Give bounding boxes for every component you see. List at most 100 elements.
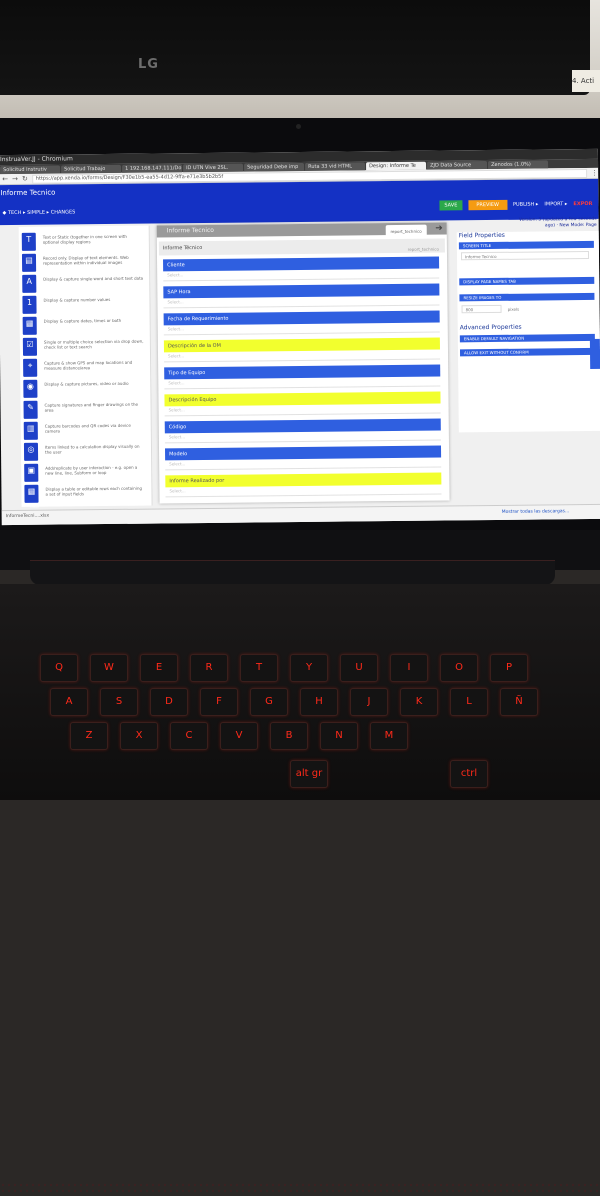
allow-exit-toggle[interactable]: ALLOW EXIT WITHOUT CONFIRM bbox=[459, 347, 596, 357]
screen-title-input[interactable]: Informe Tecnico bbox=[460, 250, 590, 261]
palette-item[interactable]: ALABEL Display & capture single-word and … bbox=[19, 272, 149, 299]
form-field-input[interactable]: Select... bbox=[164, 431, 441, 444]
forward-icon[interactable]: → bbox=[12, 175, 18, 183]
form-field-input[interactable]: Select... bbox=[164, 377, 441, 390]
palette-item[interactable]: ✎SKETCH Capture signatures and finger dra… bbox=[20, 398, 150, 425]
palette-item-description: Display a table or editable rows each co… bbox=[45, 485, 143, 497]
preview-button[interactable]: PREVIEW bbox=[468, 199, 508, 211]
menu-icon[interactable]: ⋮ bbox=[591, 169, 598, 177]
keyboard-key: D bbox=[150, 688, 188, 716]
screen-title-label: SCREEN TITLE bbox=[458, 240, 594, 250]
resize-images-input[interactable]: 800 bbox=[461, 304, 502, 314]
calendar-icon: ▦DATE bbox=[22, 316, 37, 341]
form-field-input[interactable]: Select... bbox=[164, 404, 441, 417]
palette-item-description: Items linked to a calculation display vi… bbox=[44, 443, 140, 455]
palette-item[interactable]: ▦DATE Display & capture dates, times or b… bbox=[20, 314, 150, 341]
keyboard-key: C bbox=[170, 722, 208, 750]
browser-tab[interactable]: 1 192.168.147.111/Do bbox=[122, 164, 183, 173]
checkbox-icon: ☑SELECT bbox=[22, 337, 39, 362]
properties-panel: Field Properties SCREEN TITLE Informe Te… bbox=[456, 230, 600, 433]
form-name-row[interactable]: Informe Técnico report_technico bbox=[158, 238, 445, 256]
reload-icon[interactable]: ↻ bbox=[22, 175, 28, 183]
enable-default-navigation-toggle[interactable]: ENABLE DEFAULT NAVIGATION bbox=[459, 333, 595, 343]
palette-item[interactable]: ⌖LOCATIONCapture & show GPS and map loca… bbox=[20, 356, 150, 383]
palette-item[interactable]: 1NUMBER Display & capture number values bbox=[19, 293, 149, 320]
keyboard-key: H bbox=[300, 688, 338, 716]
palette-item-description: Display & capture dates, times or both bbox=[43, 317, 122, 324]
browser-tab[interactable]: Zenodos (1.0%) bbox=[488, 160, 549, 170]
keyboard-key: Z bbox=[70, 722, 108, 750]
publish-button[interactable]: PUBLISH ▸ bbox=[513, 201, 538, 207]
palette-item-description: Display & capture single-word and short … bbox=[43, 275, 144, 282]
keyboard-key: P bbox=[490, 654, 528, 682]
form-field-input[interactable]: Select... bbox=[165, 485, 442, 498]
keyboard-key: V bbox=[220, 722, 258, 750]
sticky-note: 4. Acti bbox=[572, 70, 600, 92]
location-pin-icon: ⌖LOCATION bbox=[23, 358, 41, 383]
text-icon: TTEXT bbox=[21, 232, 36, 257]
keyboard-key: K bbox=[400, 688, 438, 716]
form-data-name: report_technico bbox=[407, 246, 439, 252]
keyboard-key: B bbox=[270, 722, 308, 750]
webcam bbox=[296, 124, 301, 129]
show-all-downloads-link[interactable]: Mostrar todas las descargas... bbox=[502, 509, 570, 515]
browser-tab[interactable]: ID UTN Vive 2SL. bbox=[183, 163, 244, 173]
form-field-input[interactable]: Select... bbox=[165, 458, 442, 471]
keyboard-key: alt gr bbox=[290, 760, 328, 788]
form-field-input[interactable]: Select... bbox=[163, 269, 440, 282]
keyboard-key: G bbox=[250, 688, 288, 716]
back-icon[interactable]: ← bbox=[2, 175, 8, 183]
export-button[interactable]: EXPOR bbox=[573, 201, 592, 207]
laptop-screen: InstruaVer.JJ - Chromium Solicitud Instr… bbox=[0, 148, 600, 526]
keyboard-key: I bbox=[390, 654, 428, 682]
form-name: Informe Técnico bbox=[162, 245, 203, 252]
browser-tab[interactable]: Solicitud Instrutiv bbox=[0, 165, 61, 175]
browser-tab[interactable]: Ruta 33 vid HTML bbox=[305, 162, 366, 171]
save-button[interactable]: SAVE bbox=[439, 200, 463, 211]
keyboard-key: X bbox=[120, 722, 158, 750]
keyboard-key: F bbox=[200, 688, 238, 716]
download-file[interactable]: InformeTecni....xlsx bbox=[6, 514, 49, 519]
palette-item[interactable]: ◉MEDIA Display & capture pictures, video … bbox=[20, 377, 150, 404]
palette-item[interactable]: ▥BARCODECapture barcodes and QR codes vi… bbox=[21, 419, 151, 446]
advanced-properties-heading: Advanced Properties bbox=[459, 323, 522, 332]
palette-item-description: Display & capture pictures, video or aud… bbox=[44, 380, 129, 387]
keyboard-key: L bbox=[450, 688, 488, 716]
palette-item-description: Capture barcodes and QR codes via device… bbox=[44, 422, 131, 434]
display-page-names-toggle[interactable]: DISPLAY PAGE NAMES TAB bbox=[459, 276, 595, 286]
field-palette: TTEXT Text or Static (together in one scr… bbox=[18, 225, 153, 509]
form-field-input[interactable]: Select... bbox=[163, 323, 440, 336]
browser-tab[interactable]: Solicitud Trabajo bbox=[61, 164, 122, 174]
keyboard-key: Ñ bbox=[500, 688, 538, 716]
keyboard-key: A bbox=[50, 688, 88, 716]
palette-item[interactable]: ☑SELECT Single or multiple choice selecti… bbox=[20, 335, 150, 362]
keyboard-key: ctrl bbox=[450, 760, 488, 788]
form-id-button[interactable]: report_technico bbox=[385, 224, 427, 240]
monitor-logo: LG bbox=[138, 57, 159, 72]
form-field-input[interactable]: Select... bbox=[164, 350, 441, 363]
keyboard-key: U bbox=[340, 654, 378, 682]
palette-item[interactable]: TTEXT Text or Static (together in one scr… bbox=[19, 230, 149, 257]
keyboard-key: J bbox=[350, 688, 388, 716]
palette-item[interactable]: ▤SECTIONRecord only. Display of text ele… bbox=[19, 251, 149, 278]
palette-item[interactable]: ◎VISUAL Items linked to a calculation dis… bbox=[21, 440, 151, 467]
keyboard-key: Q bbox=[40, 654, 78, 682]
form-field-input[interactable]: Select... bbox=[163, 296, 440, 309]
arrow-right-icon[interactable]: ➜ bbox=[435, 222, 443, 234]
browser-tab[interactable]: Design: Informe Te bbox=[366, 161, 427, 171]
camera-icon: ◉MEDIA bbox=[23, 379, 38, 404]
palette-item-description: Capture & show GPS and map locations and… bbox=[44, 359, 133, 371]
import-button[interactable]: IMPORT ▸ bbox=[544, 201, 567, 207]
palette-item[interactable]: ▦ TABLE Display a table or editable rows e… bbox=[21, 482, 151, 509]
resize-images-label: RESIZE IMAGES TO bbox=[459, 292, 595, 302]
palette-item-description: Text or Static (together in one screen w… bbox=[42, 233, 127, 245]
keyboard-key: S bbox=[100, 688, 138, 716]
palette-item[interactable]: ▣SUBFORMAdd/replicate by user interactio… bbox=[21, 461, 151, 488]
side-panel-tab[interactable] bbox=[589, 338, 600, 369]
breadcrumb[interactable]: ◆ TECH ▸ SIMPLE ▸ CHANGES bbox=[2, 209, 75, 216]
signature-icon: ✎SKETCH bbox=[23, 400, 40, 425]
browser-tab[interactable]: ZJD Data Source bbox=[427, 161, 488, 170]
properties-heading: Field Properties bbox=[458, 231, 505, 240]
subform-icon: ▣SUBFORM bbox=[24, 463, 42, 488]
browser-tab[interactable]: Seguridad Debe imp bbox=[244, 162, 305, 172]
